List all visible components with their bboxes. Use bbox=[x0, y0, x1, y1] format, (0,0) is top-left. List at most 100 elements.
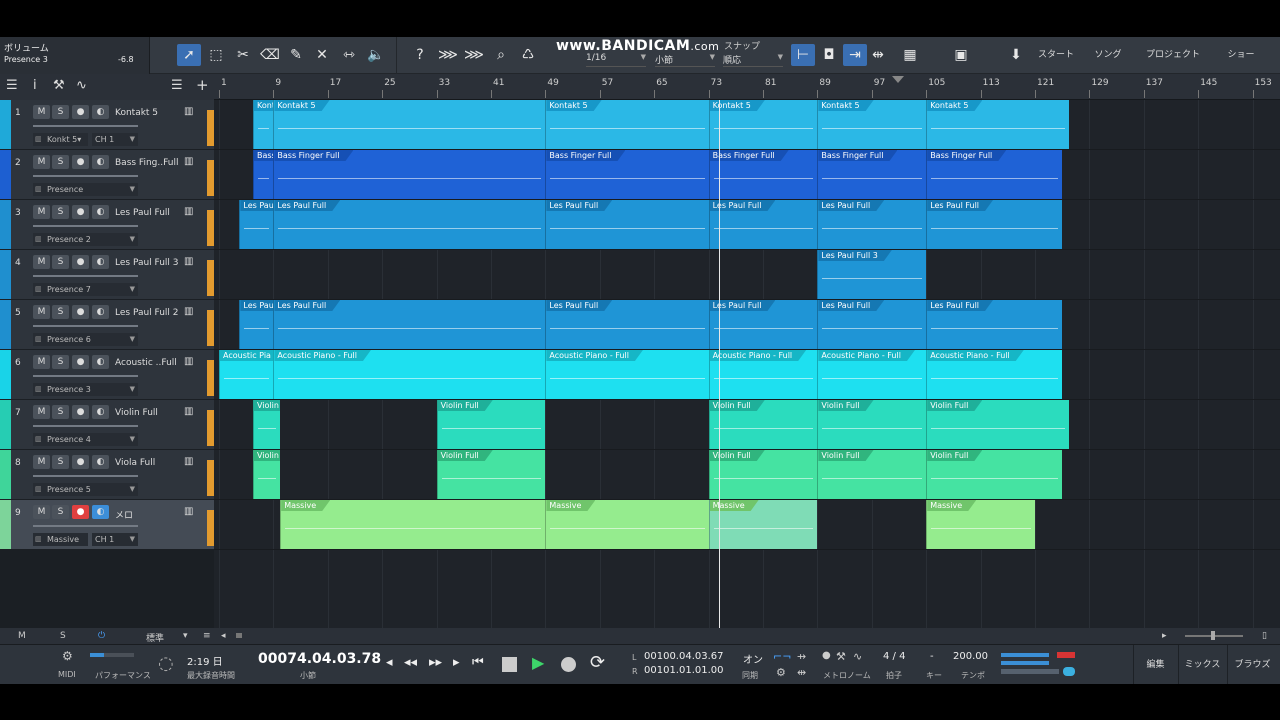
layout-icon[interactable]: ▦ bbox=[898, 44, 922, 66]
groove-icon[interactable]: ♺ bbox=[516, 44, 540, 66]
quantize-icon[interactable]: ⋙ bbox=[436, 44, 460, 66]
event-clip[interactable]: Les Paul bbox=[239, 300, 274, 349]
mute-button[interactable]: M bbox=[33, 155, 50, 169]
show-page-button[interactable]: ショー bbox=[1218, 37, 1264, 74]
event-clip[interactable]: Bass Finger Full bbox=[817, 150, 927, 199]
mix-view-button[interactable]: ミックス bbox=[1178, 645, 1226, 684]
instrument-select[interactable]: ▥ Presence 5 ▼ bbox=[33, 483, 138, 496]
monitor-icon[interactable]: ◐ bbox=[92, 305, 109, 319]
record-arm-icon[interactable]: ● bbox=[72, 255, 89, 269]
mute-all-label[interactable]: M bbox=[18, 631, 26, 641]
loop-end[interactable]: 00101.01.01.00 bbox=[644, 665, 724, 676]
sync-status[interactable]: オン bbox=[743, 651, 763, 666]
master-volume-slider[interactable] bbox=[1001, 669, 1059, 674]
instrument-select[interactable]: ▥ Konkt 5▾ bbox=[33, 133, 88, 146]
event-clip[interactable]: Violin Full bbox=[708, 450, 818, 499]
track-name[interactable]: Les Paul Full 3 bbox=[115, 258, 185, 268]
track-volume-slider[interactable] bbox=[33, 525, 138, 527]
event-clip[interactable]: Bass Finger Full bbox=[273, 150, 546, 199]
playhead[interactable] bbox=[718, 100, 720, 665]
solo-button[interactable]: S bbox=[52, 155, 69, 169]
tools-icon[interactable]: ⚒ bbox=[53, 78, 65, 93]
event-clip[interactable]: Les Paul Full bbox=[545, 300, 709, 349]
instrument-keyboard-icon[interactable]: ▥ bbox=[184, 406, 193, 417]
add-track-icon[interactable]: + bbox=[196, 76, 209, 94]
eraser-tool-icon[interactable]: ⌫ bbox=[258, 44, 282, 66]
track-name[interactable]: メロ bbox=[115, 508, 185, 521]
help-icon[interactable]: ? bbox=[408, 44, 432, 66]
monitor-icon[interactable]: ◐ bbox=[92, 105, 109, 119]
record-arm-icon[interactable]: ● bbox=[72, 505, 89, 519]
event-clip[interactable]: Violin Full bbox=[817, 400, 927, 449]
event-clip[interactable]: Acoustic Piano - Full bbox=[273, 350, 546, 399]
track-volume-slider[interactable] bbox=[33, 275, 138, 277]
track-name[interactable]: Viola Full bbox=[115, 458, 185, 468]
zoom-select[interactable]: 標準 bbox=[146, 631, 164, 644]
record-arm-icon[interactable]: ● bbox=[72, 105, 89, 119]
event-clip[interactable]: Violin Full bbox=[926, 400, 1069, 449]
event-clip[interactable]: Les Paul Full bbox=[817, 300, 927, 349]
track-volume-slider[interactable] bbox=[33, 375, 138, 377]
time-signature[interactable]: 4 / 4 bbox=[883, 651, 905, 662]
channel-select[interactable]: CH 1 ▼ bbox=[92, 133, 138, 146]
zoom-slider-thumb[interactable] bbox=[1211, 631, 1215, 640]
track-name[interactable]: Acoustic ..Full bbox=[115, 358, 185, 368]
event-clip[interactable]: Les Paul Full bbox=[708, 200, 818, 249]
split-view-icon[interactable]: ⇹ bbox=[866, 44, 890, 66]
rewind-icon[interactable]: ◂◂ bbox=[404, 655, 417, 670]
record-arm-icon[interactable]: ● bbox=[72, 305, 89, 319]
event-clip[interactable]: Kontakt 5 bbox=[545, 100, 709, 149]
song-position[interactable]: 00074.04.03.78 bbox=[258, 651, 381, 667]
instrument-keyboard-icon[interactable]: ▥ bbox=[184, 156, 193, 167]
solo-button[interactable]: S bbox=[52, 105, 69, 119]
event-clip[interactable]: Kontakt 5 bbox=[817, 100, 927, 149]
event-clip[interactable]: Kontakt 5 bbox=[708, 100, 818, 149]
event-clip[interactable]: Acoustic Piano - Full bbox=[545, 350, 709, 399]
track-name[interactable]: Violin Full bbox=[115, 408, 185, 418]
zoom-fit-icon[interactable]: ▯ bbox=[1262, 631, 1267, 641]
stop-icon[interactable] bbox=[502, 657, 517, 672]
quantize-50-icon[interactable]: ⋙ bbox=[462, 44, 486, 66]
track-header[interactable]: 4 M S ● ◐ Les Paul Full 3 ▥ ▥ Presence 7 ▼ bbox=[0, 250, 214, 300]
next-marker-icon[interactable]: ▸ bbox=[453, 655, 460, 670]
instrument-select[interactable]: ▥ Presence 6 ▼ bbox=[33, 333, 138, 346]
menu-icon[interactable]: ☰ bbox=[6, 78, 18, 93]
monitor-icon[interactable]: ◐ bbox=[92, 205, 109, 219]
monitor-icon[interactable]: ◐ bbox=[92, 505, 109, 519]
event-clip[interactable]: Kontakt 5 bbox=[926, 100, 1069, 149]
settings-gear-icon[interactable]: ⚙ bbox=[776, 666, 786, 679]
event-clip[interactable]: Violin Full bbox=[708, 400, 818, 449]
link-icon[interactable]: ⏻ bbox=[98, 631, 105, 641]
event-clip[interactable]: Kontakt 5 bbox=[273, 100, 546, 149]
record-icon[interactable] bbox=[561, 657, 576, 672]
track-lane[interactable]: Acoustic Pia Acoustic Piano - Full Acousti… bbox=[214, 350, 1280, 400]
song-page-button[interactable]: ソング bbox=[1088, 37, 1128, 74]
scroll-thumb[interactable] bbox=[236, 633, 242, 638]
record-arm-icon[interactable]: ● bbox=[72, 155, 89, 169]
event-clip[interactable]: Les Paul bbox=[239, 200, 274, 249]
event-clip[interactable]: Massive bbox=[708, 500, 818, 549]
metronome-pattern-icon[interactable]: ∿ bbox=[853, 650, 862, 663]
event-clip[interactable]: Les Paul Full bbox=[817, 200, 927, 249]
punch-icon[interactable]: ⌐¬ bbox=[773, 650, 791, 663]
solo-button[interactable]: S bbox=[52, 255, 69, 269]
project-page-button[interactable]: プロジェクト bbox=[1143, 37, 1203, 74]
event-clip[interactable]: Les Paul Full bbox=[545, 200, 709, 249]
key-value[interactable]: - bbox=[930, 651, 934, 662]
event-clip[interactable]: Violin Full bbox=[436, 450, 546, 499]
mute-button[interactable]: M bbox=[33, 405, 50, 419]
monitor-icon[interactable]: ◐ bbox=[92, 355, 109, 369]
solo-button[interactable]: S bbox=[52, 305, 69, 319]
track-header[interactable]: 7 M S ● ◐ Violin Full ▥ ▥ Presence 4 ▼ bbox=[0, 400, 214, 450]
fast-forward-icon[interactable]: ▸▸ bbox=[429, 655, 442, 670]
event-clip[interactable]: Massive bbox=[280, 500, 546, 549]
timebase-select[interactable]: 小節 ▼ bbox=[655, 53, 715, 67]
return-to-zero-icon[interactable]: ⏮ bbox=[472, 655, 484, 670]
track-header[interactable]: 5 M S ● ◐ Les Paul Full 2 ▥ ▥ Presence 6 ▼ bbox=[0, 300, 214, 350]
track-lane[interactable]: Les Paul Les Paul Full Les Paul Full Les Pa… bbox=[214, 200, 1280, 250]
mute-tool-icon[interactable]: ✕ bbox=[310, 44, 334, 66]
edit-view-button[interactable]: 編集 bbox=[1133, 645, 1177, 684]
tempo-value[interactable]: 200.00 bbox=[953, 651, 988, 662]
split-tool-icon[interactable]: ✂ bbox=[231, 44, 255, 66]
record-arm-icon[interactable]: ● bbox=[72, 405, 89, 419]
